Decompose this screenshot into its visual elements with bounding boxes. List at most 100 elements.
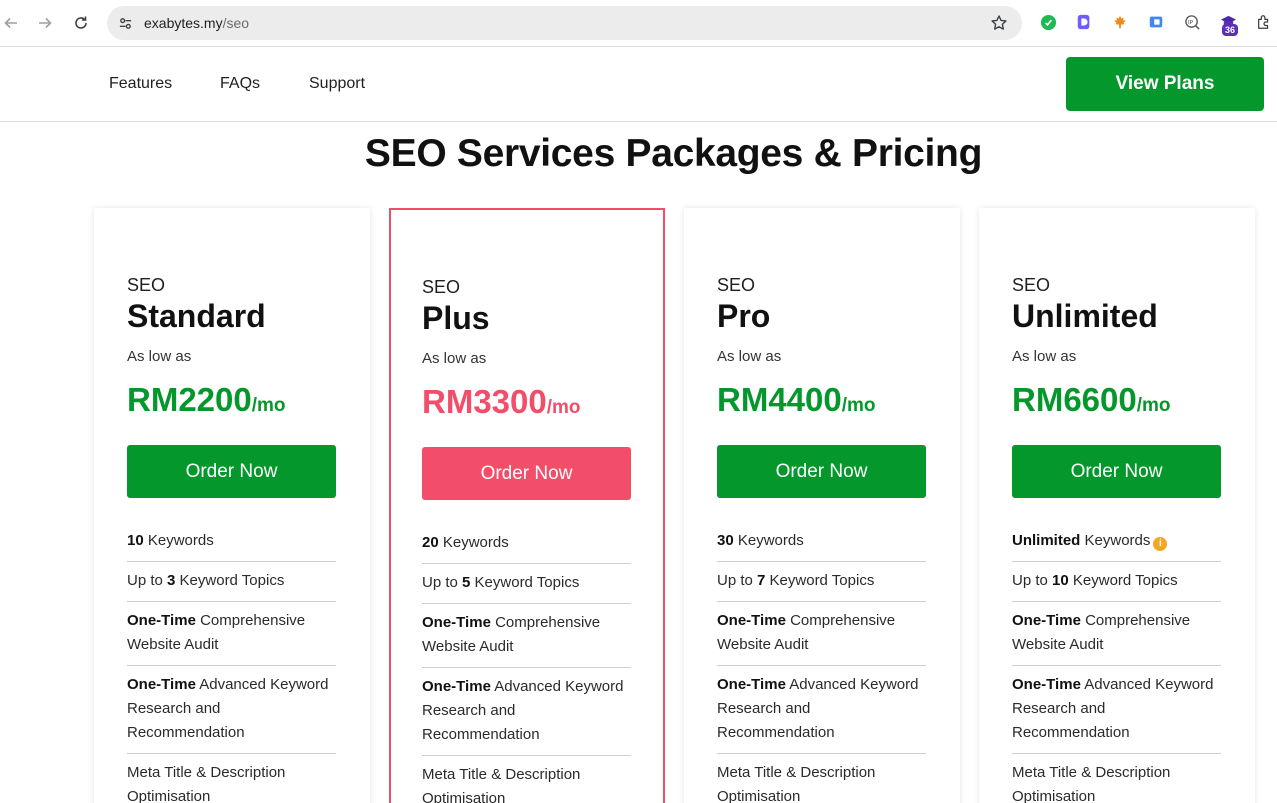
plan-price-period: /mo	[841, 395, 876, 416]
feature-keywords-count: Unlimited	[1012, 532, 1081, 549]
nav-link-faqs[interactable]: FAQs	[220, 75, 260, 93]
plan-price-period: /mo	[546, 397, 581, 418]
plan-price-period: /mo	[251, 395, 286, 416]
feature-research-bold: One-Time	[717, 676, 786, 693]
maple-leaf-extension-icon[interactable]	[1111, 13, 1129, 31]
plan-price: RM4400/mo	[717, 381, 876, 419]
feature-keywords: 20 Keywords	[422, 526, 631, 564]
order-now-button[interactable]: Order Now	[1012, 445, 1221, 498]
ip-lookup-extension-icon[interactable]: IP	[1183, 13, 1201, 31]
feature-keywords-label: Keywords	[1080, 532, 1151, 549]
feature-topics-count: 10	[1052, 572, 1069, 589]
url-path: /seo	[222, 15, 250, 31]
nav-link-support[interactable]: Support	[309, 75, 365, 93]
plan-prefix: SEO	[717, 275, 756, 295]
plan-name: Unlimited	[1012, 298, 1158, 334]
site-header: Features FAQs Support View Plans	[0, 47, 1277, 122]
plan-name: Pro	[717, 298, 771, 334]
feature-topics-label: Keyword Topics	[175, 572, 285, 589]
plan-card-unlimited: SEO Unlimited As low as RM6600/mo Order …	[979, 208, 1255, 803]
feature-topics-prefix: Up to	[1012, 572, 1053, 589]
feature-keywords: Unlimited Keywords i	[1012, 524, 1221, 562]
feature-topics: Up to 5 Keyword Topics	[422, 564, 631, 604]
feature-meta: Meta Title & Description Optimisation	[127, 754, 336, 803]
address-bar[interactable]: exabytes.my/seo	[107, 6, 1022, 40]
forward-arrow-icon[interactable]	[34, 12, 56, 34]
plan-feature-list: 10 Keywords Up to 3 Keyword Topics One-T…	[127, 524, 336, 803]
feature-research-bold: One-Time	[1012, 676, 1081, 693]
plan-prefix: SEO	[422, 277, 461, 297]
feature-topics: Up to 7 Keyword Topics	[717, 562, 926, 602]
feature-topics-prefix: Up to	[717, 572, 758, 589]
feature-topics: Up to 3 Keyword Topics	[127, 562, 336, 602]
plan-price-period: /mo	[1136, 395, 1171, 416]
plan-price: RM6600/mo	[1012, 381, 1171, 419]
plan-name: Plus	[422, 300, 490, 336]
extension-badge: 36	[1222, 24, 1239, 36]
feature-keywords-label: Keywords	[733, 532, 804, 549]
feature-topics-label: Keyword Topics	[1068, 572, 1178, 589]
url-host: exabytes.my	[144, 15, 223, 31]
bookmark-star-icon[interactable]	[990, 14, 1008, 32]
feature-keywords-count: 10	[127, 532, 144, 549]
order-now-button[interactable]: Order Now	[127, 445, 336, 498]
plan-card-standard: SEO Standard As low as RM2200/mo Order N…	[94, 208, 370, 803]
translate-extension-icon[interactable]	[1147, 13, 1165, 31]
feature-topics-prefix: Up to	[127, 572, 168, 589]
feature-research: One-Time Advanced Keyword Research and R…	[717, 666, 926, 754]
extensions-puzzle-icon[interactable]	[1255, 13, 1273, 31]
feature-audit: One-Time Comprehensive Website Audit	[422, 604, 631, 668]
feature-topics-label: Keyword Topics	[470, 574, 580, 591]
feature-audit: One-Time Comprehensive Website Audit	[717, 602, 926, 666]
plan-price: RM2200/mo	[127, 381, 286, 419]
plan-feature-list: 30 Keywords Up to 7 Keyword Topics One-T…	[717, 524, 926, 803]
feature-keywords: 30 Keywords	[717, 524, 926, 562]
plan-card-pro: SEO Pro As low as RM4400/mo Order Now 30…	[684, 208, 960, 803]
feature-audit-bold: One-Time	[127, 612, 196, 629]
plan-as-low-as: As low as	[1012, 348, 1077, 365]
d-extension-icon[interactable]	[1075, 13, 1093, 31]
plan-price-amount: RM2200	[127, 381, 252, 418]
feature-audit: One-Time Comprehensive Website Audit	[127, 602, 336, 666]
plan-price: RM3300/mo	[422, 383, 581, 421]
url-text: exabytes.my/seo	[144, 15, 249, 31]
feature-research: One-Time Advanced Keyword Research and R…	[127, 666, 336, 754]
order-now-button[interactable]: Order Now	[422, 447, 631, 500]
feature-topics-prefix: Up to	[422, 574, 463, 591]
view-plans-button[interactable]: View Plans	[1066, 57, 1264, 111]
info-icon[interactable]: i	[1153, 537, 1168, 551]
plan-price-amount: RM3300	[422, 383, 547, 420]
feature-keywords-count: 30	[717, 532, 734, 549]
page-title: SEO Services Packages & Pricing	[364, 132, 983, 175]
feature-keywords-count: 20	[422, 534, 439, 551]
svg-text:IP: IP	[1187, 19, 1193, 25]
feature-topics-label: Keyword Topics	[765, 572, 875, 589]
plan-prefix: SEO	[1012, 275, 1051, 295]
feature-research-bold: One-Time	[127, 676, 196, 693]
reload-icon[interactable]	[70, 12, 92, 34]
plan-card-plus: SEO Plus As low as RM3300/mo Order Now 2…	[389, 208, 665, 803]
plan-as-low-as: As low as	[127, 348, 192, 365]
feature-keywords: 10 Keywords	[127, 524, 336, 562]
feature-audit-bold: One-Time	[1012, 612, 1081, 629]
nav-link-features[interactable]: Features	[109, 75, 172, 93]
feature-meta: Meta Title & Description Optimisation	[717, 754, 926, 803]
feature-research: One-Time Advanced Keyword Research and R…	[1012, 666, 1221, 754]
plan-as-low-as: As low as	[422, 350, 487, 367]
feature-audit: One-Time Comprehensive Website Audit	[1012, 602, 1221, 666]
feature-keywords-label: Keywords	[143, 532, 214, 549]
site-settings-icon[interactable]	[115, 13, 135, 33]
feature-meta: Meta Title & Description Optimisation	[422, 756, 631, 803]
plan-price-amount: RM6600	[1012, 381, 1137, 418]
order-now-button[interactable]: Order Now	[717, 445, 926, 498]
feature-research: One-Time Advanced Keyword Research and R…	[422, 668, 631, 756]
plan-name: Standard	[127, 298, 266, 334]
green-extension-icon[interactable]	[1039, 13, 1057, 31]
feature-research-bold: One-Time	[422, 678, 491, 695]
plan-as-low-as: As low as	[717, 348, 782, 365]
plan-prefix: SEO	[127, 275, 166, 295]
feature-meta: Meta Title & Description Optimisation	[1012, 754, 1221, 803]
plan-feature-list: Unlimited Keywords i Up to 10 Keyword Top…	[1012, 524, 1221, 803]
plan-feature-list: 20 Keywords Up to 5 Keyword Topics One-T…	[422, 526, 631, 803]
back-arrow-icon[interactable]	[0, 12, 22, 34]
